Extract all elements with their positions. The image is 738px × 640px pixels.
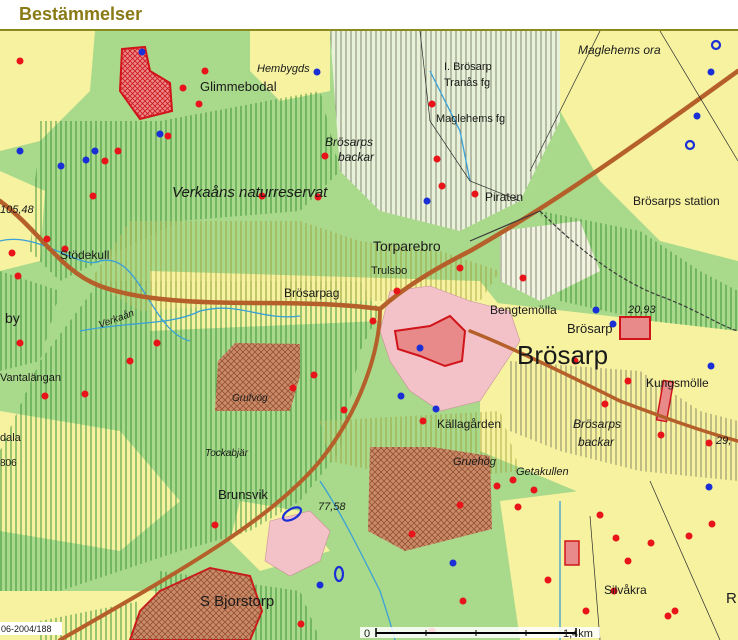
label-trulsbo: Trulsbo [371, 265, 407, 277]
label-verkaans-naturreservat: Verkaåns naturreservat [172, 184, 328, 201]
label-brosarp-big: Brösarp [517, 340, 608, 370]
label-brosarpag: Brösarpag [284, 286, 339, 300]
label-maglehems-fg: Maglehems fg [436, 113, 505, 125]
label-kallagarden: Källagården [437, 417, 501, 431]
label-s-bjorstorp: S Bjorstorp [200, 593, 274, 610]
label-getakullen: Getakullen [516, 466, 569, 478]
label-r: R [726, 590, 737, 607]
label-maglehems-ora: Maglehems ora [578, 43, 661, 57]
label-grufvog: Grufvög [232, 393, 268, 404]
label-dala: dala [0, 432, 22, 444]
scale-distance: 1,4km [563, 628, 593, 640]
label-stodekull: Stödekull [60, 248, 109, 262]
label-elev-77: 77,58 [318, 501, 346, 513]
map-canvas[interactable]: Hembygds Glimmebodal Maglehems ora I. Br… [0, 31, 738, 640]
label-code-806: 806 [0, 458, 17, 469]
map-view[interactable]: Hembygds Glimmebodal Maglehems ora I. Br… [0, 31, 738, 640]
label-tranas-fg: Tranås fg [444, 77, 490, 89]
label-by: by [5, 310, 20, 326]
label-backar-2: backar [578, 435, 615, 449]
label-silvakra: Silvåkra [604, 583, 647, 597]
label-glimmebodal: Glimmebodal [200, 79, 277, 94]
page-header: Bestämmelser [0, 0, 738, 31]
page-title: Bestämmelser [19, 4, 143, 24]
label-brunsvik: Brunsvik [218, 487, 268, 502]
label-bengtemolla: Bengtemölla [490, 303, 557, 317]
label-vantalangan: Vantalängan [0, 372, 61, 384]
label-brosarps-2: Brösarps [573, 417, 621, 431]
label-brosarps: Brösarps [325, 135, 373, 149]
label-tockabjar: Tockabjär [205, 448, 249, 459]
scale-zero: 0 [364, 628, 370, 640]
label-hembygds: Hembygds [257, 63, 310, 75]
label-piraten: Piraten [485, 190, 523, 204]
label-brosarps-station: Brösarps station [633, 194, 720, 208]
label-torparebro: Torparebro [373, 238, 441, 254]
copyright-code: 06-2004/188 [1, 624, 52, 634]
label-elev-105: 105,48 [0, 204, 35, 216]
label-elev-29: 29, [715, 435, 731, 447]
label-brosarp-small: Brösarp [567, 321, 613, 336]
label-gruehog: Gruehög [453, 456, 497, 468]
label-brosarp-tranas: I. Brösarp [444, 61, 492, 73]
label-backar: backar [338, 150, 375, 164]
label-kungsmolle: Kungsmölle [646, 376, 709, 390]
label-elev-20: 20,93 [627, 304, 656, 316]
